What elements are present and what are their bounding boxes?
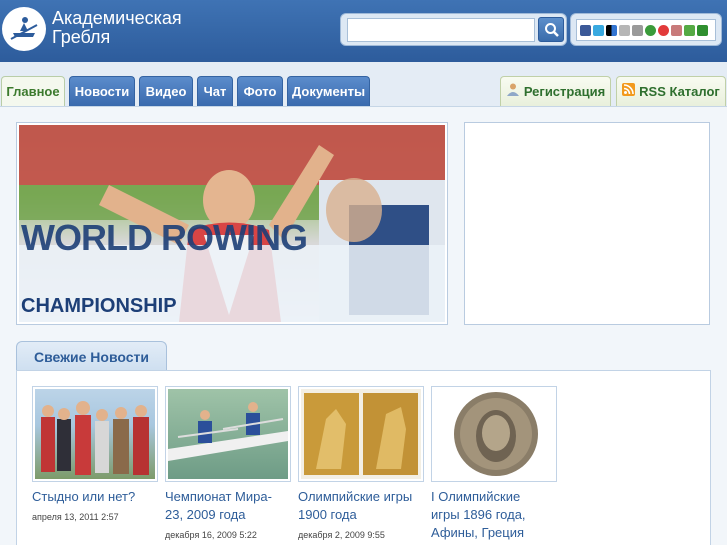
hero-slideshow[interactable]: WORLD ROWING CHAMPIONSHIP — [16, 122, 448, 325]
myspace-icon[interactable] — [671, 24, 682, 36]
fresh-news-heading: Свежие Новости — [16, 341, 167, 371]
social-bookmarks — [570, 13, 722, 46]
registration-label: Регистрация — [523, 84, 606, 99]
tab-main[interactable]: Главное — [1, 76, 65, 107]
site-header: Академическая Гребля — [0, 0, 727, 62]
search-input[interactable] — [347, 18, 535, 42]
stumbleupon-icon[interactable] — [632, 24, 643, 36]
tab-chat[interactable]: Чат — [197, 76, 233, 106]
tab-video[interactable]: Видео — [139, 76, 193, 106]
logo-line-2: Гребля — [52, 27, 111, 47]
news-date: декабря 2, 2009 9:55 — [298, 530, 385, 540]
twitter-icon[interactable] — [593, 24, 604, 36]
livejournal-icon[interactable] — [684, 24, 695, 36]
delicious-icon[interactable] — [606, 24, 617, 36]
tab-news[interactable]: Новости — [69, 76, 135, 106]
rss-catalog-label: RSS Каталог — [639, 84, 720, 99]
sidebar-box — [464, 122, 710, 325]
news-card: I Олимпийские игры 1896 года, Афины, Гре… — [431, 386, 557, 545]
facebook-icon[interactable] — [580, 24, 591, 36]
rss-icon — [622, 77, 636, 106]
hero-banner-line-1: WORLD ROWING — [21, 217, 308, 258]
digg-icon[interactable] — [619, 24, 630, 36]
search-button[interactable] — [538, 17, 564, 42]
hero-image: WORLD ROWING CHAMPIONSHIP — [19, 125, 445, 322]
news-title-line: Олимпийские игры — [298, 489, 413, 504]
news-thumbnail[interactable] — [431, 386, 557, 482]
tab-rss-catalog[interactable]: RSS Каталог — [616, 76, 726, 106]
news-title-line: I Олимпийские — [431, 489, 521, 504]
tab-documents[interactable]: Документы — [287, 76, 370, 106]
news-title-line: Афины, Греция — [431, 525, 525, 540]
news-card: Олимпийские игры 1900 года декабря 2, 20… — [298, 386, 424, 540]
site-logo-text[interactable]: Академическая Гребля — [52, 9, 182, 47]
news-title-line: Чемпионат Мира- — [165, 489, 272, 504]
news-title-link[interactable]: Олимпийские игры 1900 года — [298, 488, 424, 524]
social-icons-bar — [576, 19, 716, 41]
news-title-line: 23, 2009 года — [165, 507, 246, 522]
tab-registration[interactable]: Регистрация — [500, 76, 611, 106]
technorati-icon[interactable] — [645, 24, 656, 36]
evernote-icon[interactable] — [697, 24, 708, 36]
news-title-line: 1900 года — [298, 507, 357, 522]
rowing-logo-icon[interactable] — [2, 7, 46, 51]
hero-banner-line-2: CHAMPIONSHIP — [21, 295, 177, 317]
news-thumbnail[interactable] — [298, 386, 424, 482]
news-title-line: игры 1896 года, — [431, 507, 526, 522]
news-title-link[interactable]: Стыдно или нет? — [32, 488, 158, 506]
news-card: Чемпионат Мира- 23, 2009 года декабря 16… — [165, 386, 291, 540]
news-card: Стыдно или нет? апреля 13, 2011 2:57 — [32, 386, 158, 522]
search-box — [340, 13, 567, 46]
news-date: апреля 13, 2011 2:57 — [32, 512, 119, 522]
search-icon — [545, 23, 559, 37]
news-title-line: Стыдно или нет? — [32, 489, 136, 504]
logo-line-1: Академическая — [52, 8, 182, 28]
news-title-link[interactable]: Чемпионат Мира- 23, 2009 года — [165, 488, 291, 524]
tab-photo[interactable]: Фото — [237, 76, 283, 106]
user-icon — [506, 77, 520, 106]
news-thumbnail[interactable] — [165, 386, 291, 482]
news-date: декабря 16, 2009 5:22 — [165, 530, 257, 540]
news-title-link[interactable]: I Олимпийские игры 1896 года, Афины, Гре… — [431, 488, 557, 542]
news-thumbnail[interactable] — [32, 386, 158, 482]
reddit-icon[interactable] — [658, 24, 669, 36]
